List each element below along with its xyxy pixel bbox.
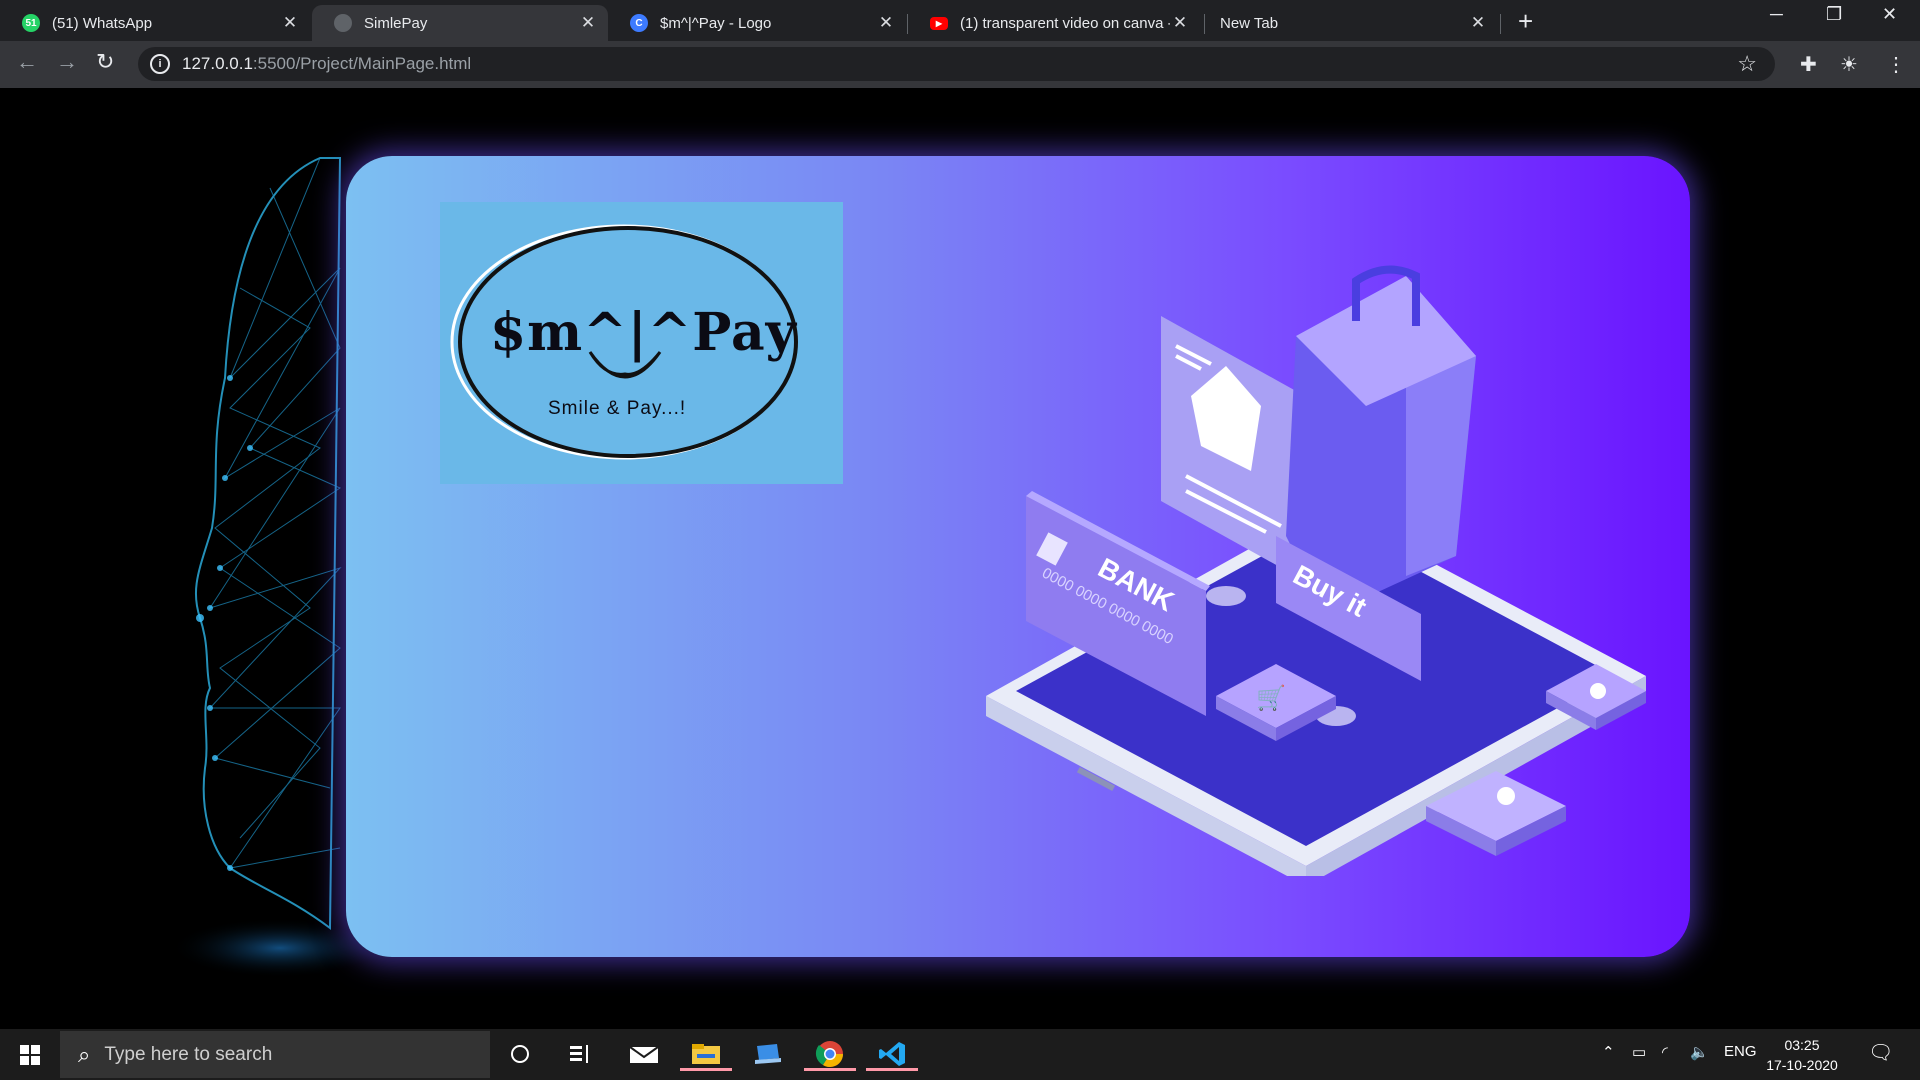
clock-time: 03:25 [1784,1037,1820,1053]
profile-avatar-icon[interactable]: ☀ [1840,52,1858,77]
running-indicator [804,1068,856,1071]
globe-icon [334,14,352,32]
close-icon[interactable]: ✕ [876,13,896,33]
url-host: 127.0.0.1 [182,54,253,73]
location-pin-icon [1590,683,1606,699]
close-icon[interactable]: ✕ [1468,13,1488,33]
tab-youtube[interactable]: ▶ (1) transparent video on canva - ✕ [908,5,1200,41]
system-clock[interactable]: 03:25 17-10-2020 [1752,1035,1852,1075]
tab-title: (51) WhatsApp [52,14,153,32]
tab-divider [1500,14,1501,34]
file-explorer-icon[interactable] [680,1037,732,1071]
logo-brand-text: $m^|^Pay [490,302,797,363]
profile-icon [1497,787,1515,805]
running-indicator [680,1068,732,1071]
tab-new-tab[interactable]: New Tab ✕ [1198,5,1498,41]
reload-button[interactable]: ↻ [96,49,114,75]
address-bar[interactable]: i 127.0.0.1:5500/Project/MainPage.html ☆ [138,47,1775,81]
back-button[interactable]: ← [16,49,38,75]
close-icon[interactable]: ✕ [280,13,300,33]
tab-strip: 51 (51) WhatsApp ✕ SimlePay ✕ C $m^|^Pay… [0,0,1920,41]
chrome-icon[interactable] [804,1037,856,1071]
search-placeholder: Type here to search [104,1043,273,1065]
tab-title: New Tab [1220,14,1279,32]
volume-icon[interactable]: 🔈 [1690,1043,1709,1061]
page-viewport: $m^|^Pay Smile & Pay...! BANK 0000 0000 … [0,88,1920,1029]
shopping-illustration: BANK 0000 0000 0000 0000 Buy it 🛒 [986,265,1646,876]
tab-simlepay[interactable]: SimlePay ✕ [312,5,608,41]
clock-date: 17-10-2020 [1766,1057,1838,1073]
menu-kebab-icon[interactable]: ⋮ [1886,52,1906,77]
tab-title: SimlePay [364,14,428,32]
browser-toolbar: ← → ↻ i 127.0.0.1:5500/Project/MainPage.… [0,41,1920,88]
restore-button[interactable]: ❐ [1826,4,1842,25]
running-indicator [866,1068,918,1071]
tab-title: (1) transparent video on canva - [960,14,1170,32]
bookmark-star-icon[interactable]: ☆ [1737,51,1757,77]
tab-title: $m^|^Pay - Logo [660,14,772,32]
remote-desktop-icon[interactable] [750,1037,786,1071]
cortana-icon[interactable] [502,1037,538,1071]
tray-chevron-icon[interactable]: ⌃ [1602,1043,1615,1061]
battery-icon[interactable]: ▭ [1632,1043,1646,1061]
logo-panel: $m^|^Pay Smile & Pay...! [440,202,843,484]
notification-center-icon[interactable]: 🗨 [1868,1040,1893,1065]
search-icon: ⌕ [78,1041,91,1067]
mail-icon[interactable] [626,1037,662,1071]
close-icon[interactable]: ✕ [1170,13,1190,33]
window-close-button[interactable]: ✕ [1882,4,1897,25]
url-path: :5500/Project/MainPage.html [252,54,472,73]
close-icon[interactable]: ✕ [578,13,598,33]
taskbar-search-box[interactable]: ⌕ Type here to search [60,1031,490,1078]
minimize-button[interactable]: ─ [1770,4,1783,25]
new-tab-button[interactable]: + [1518,6,1533,37]
extensions-puzzle-icon[interactable]: ✚ [1800,52,1817,77]
cart-icon: 🛒 [1256,684,1286,712]
task-view-icon[interactable] [562,1037,598,1071]
vscode-icon[interactable] [866,1037,918,1071]
tab-whatsapp[interactable]: 51 (51) WhatsApp ✕ [0,5,310,41]
wifi-icon[interactable]: ◜ [1662,1043,1668,1061]
info-icon[interactable]: i [150,54,170,74]
logo-tagline: Smile & Pay...! [548,398,687,419]
canva-icon: C [630,14,648,32]
windows-taskbar: ⌕ Type here to search ⌃ ▭ ◜ 🔈 ENG 03:25 … [0,1029,1920,1080]
windows-start-icon[interactable] [0,1029,60,1080]
forward-button[interactable]: → [56,49,78,75]
whatsapp-icon: 51 [22,14,40,32]
wireframe-face-image [170,157,370,978]
youtube-icon: ▶ [930,16,948,30]
tab-logo[interactable]: C $m^|^Pay - Logo ✕ [608,5,906,41]
hero-card: $m^|^Pay Smile & Pay...! BANK 0000 0000 … [346,156,1690,957]
